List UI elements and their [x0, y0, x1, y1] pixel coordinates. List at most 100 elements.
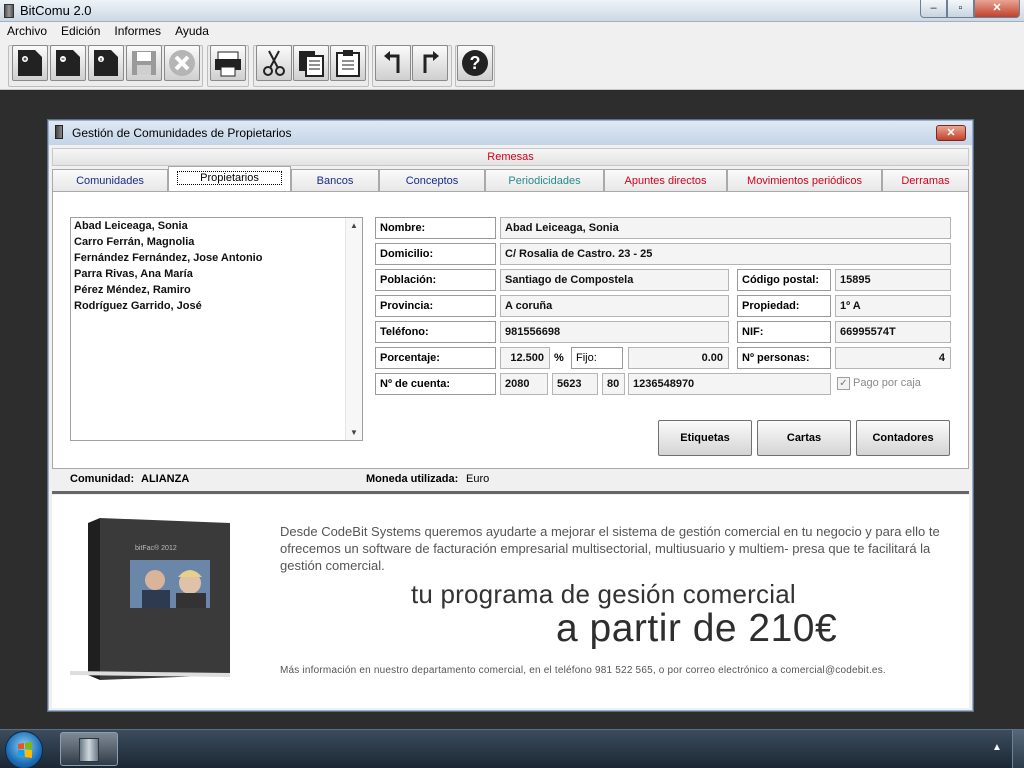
- porcentaje-label: Porcentaje:: [375, 347, 496, 369]
- moneda-value: Euro: [466, 473, 490, 485]
- show-desktop-button[interactable]: [1012, 730, 1024, 768]
- propiedad-field[interactable]: 1º A: [835, 295, 951, 317]
- list-item[interactable]: Fernández Fernández, Jose Antonio: [71, 250, 362, 266]
- tab-comunidades[interactable]: Comunidades: [52, 169, 168, 191]
- owner-list[interactable]: Abad Leiceaga, Sonia Carro Ferrán, Magno…: [70, 217, 363, 441]
- advertisement-banner[interactable]: bitFac® 2012 Desde CodeBit Systems quere…: [52, 495, 969, 708]
- list-item[interactable]: Carro Ferrán, Magnolia: [71, 234, 362, 250]
- etiquetas-button[interactable]: Etiquetas: [658, 420, 752, 456]
- comunidad-value: ALIANZA: [141, 473, 190, 485]
- scroll-up-icon[interactable]: ▲: [350, 221, 358, 230]
- doc-info-icon[interactable]: [88, 45, 124, 81]
- ad-price: a partir de 210€: [556, 607, 838, 650]
- cartas-button[interactable]: Cartas: [757, 420, 851, 456]
- tab-periodicidades[interactable]: Periodicidades: [485, 169, 604, 191]
- taskbar: ▲: [0, 729, 1024, 768]
- moneda-label: Moneda utilizada:: [366, 473, 459, 485]
- tab-derramas[interactable]: Derramas: [882, 169, 969, 191]
- menu-archivo[interactable]: Archivo: [0, 22, 54, 42]
- list-scrollbar[interactable]: ▲ ▼: [345, 218, 362, 440]
- cuenta-dc-field[interactable]: 80: [602, 373, 625, 395]
- app-icon: [4, 4, 14, 18]
- product-box-label: bitFac® 2012: [135, 544, 177, 552]
- propiedad-label: Propiedad:: [737, 295, 831, 317]
- provincia-label: Provincia:: [375, 295, 496, 317]
- tab-propietarios-label: Propietarios: [177, 171, 282, 185]
- child-window: Gestión de Comunidades de Propietarios ✕…: [48, 120, 973, 711]
- close-button[interactable]: ✕: [974, 0, 1020, 18]
- personas-field[interactable]: 4: [835, 347, 951, 369]
- codigo-postal-field[interactable]: 15895: [835, 269, 951, 291]
- poblacion-label: Población:: [375, 269, 496, 291]
- list-item[interactable]: Rodríguez Garrido, José: [71, 298, 362, 314]
- toolbar: ?: [0, 42, 1024, 90]
- list-item[interactable]: Parra Rivas, Ana María: [71, 266, 362, 282]
- fijo-field[interactable]: 0.00: [628, 347, 729, 369]
- tab-conceptos[interactable]: Conceptos: [379, 169, 485, 191]
- window-controls: – ▫ ✕: [920, 0, 1020, 18]
- copy-icon[interactable]: [293, 45, 329, 81]
- status-bar: Comunidad: ALIANZA Moneda utilizada: Eur…: [52, 471, 969, 491]
- tab-bancos[interactable]: Bancos: [291, 169, 379, 191]
- tab-strip: Comunidades Propietarios Bancos Concepto…: [52, 166, 969, 191]
- new-doc-minus-icon[interactable]: [50, 45, 86, 81]
- comunidad-label: Comunidad:: [70, 473, 135, 485]
- paste-icon[interactable]: [330, 45, 366, 81]
- fijo-label: Fijo:: [571, 347, 623, 369]
- show-hidden-icons-arrow[interactable]: ▲: [992, 742, 1002, 753]
- redo-icon[interactable]: [412, 45, 448, 81]
- contadores-button[interactable]: Contadores: [856, 420, 950, 456]
- product-box-image: bitFac® 2012: [69, 515, 231, 680]
- minimize-button[interactable]: –: [920, 0, 947, 18]
- cut-icon[interactable]: [256, 45, 292, 81]
- personas-label: Nº personas:: [737, 347, 831, 369]
- codigo-postal-label: Código postal:: [737, 269, 831, 291]
- start-button[interactable]: [5, 731, 43, 768]
- ad-slogan: tu programa de gesión comercial: [411, 579, 796, 609]
- nombre-field[interactable]: Abad Leiceaga, Sonia: [500, 217, 951, 239]
- svg-text:?: ?: [470, 53, 481, 73]
- remesas-bar[interactable]: Remesas: [52, 148, 969, 166]
- ad-contact-info: Más información en nuestro departamento …: [280, 665, 886, 676]
- propietarios-panel: Abad Leiceaga, Sonia Carro Ferrán, Magno…: [52, 191, 969, 469]
- cuenta-numero-field[interactable]: 1236548970: [628, 373, 831, 395]
- new-doc-plus-icon[interactable]: [12, 45, 48, 81]
- list-item[interactable]: Pérez Méndez, Ramiro: [71, 282, 362, 298]
- tab-apuntes-directos[interactable]: Apuntes directos: [604, 169, 727, 191]
- help-icon[interactable]: ?: [457, 45, 493, 81]
- nombre-label: Nombre:: [375, 217, 496, 239]
- windows-logo-icon: [18, 742, 32, 758]
- undo-icon[interactable]: [375, 45, 411, 81]
- pago-caja-label: Pago por caja: [853, 377, 921, 389]
- list-item[interactable]: Abad Leiceaga, Sonia: [71, 218, 362, 234]
- child-close-button[interactable]: ✕: [936, 125, 966, 141]
- nif-field[interactable]: 66995574T: [835, 321, 951, 343]
- maximize-button[interactable]: ▫: [947, 0, 974, 18]
- tab-propietarios[interactable]: Propietarios: [168, 166, 291, 191]
- tab-movimientos-periodicos[interactable]: Movimientos periódicos: [727, 169, 882, 191]
- menubar: Archivo Edición Informes Ayuda: [0, 22, 1024, 42]
- telefono-label: Teléfono:: [375, 321, 496, 343]
- provincia-field[interactable]: A coruña: [500, 295, 729, 317]
- nif-label: NIF:: [737, 321, 831, 343]
- porcentaje-field[interactable]: 12.500: [500, 347, 550, 369]
- cuenta-oficina-field[interactable]: 5623: [552, 373, 598, 395]
- app-titlebar: BitComu 2.0 – ▫ ✕: [0, 0, 1024, 22]
- menu-edicion[interactable]: Edición: [54, 22, 107, 42]
- cuenta-entidad-field[interactable]: 2080: [500, 373, 548, 395]
- pago-caja-checkbox[interactable]: ✓: [837, 377, 850, 390]
- app-title: BitComu 2.0: [20, 3, 92, 18]
- cancel-icon[interactable]: [164, 45, 200, 81]
- print-icon[interactable]: [210, 45, 246, 81]
- domicilio-label: Domicilio:: [375, 243, 496, 265]
- telefono-field[interactable]: 981556698: [500, 321, 729, 343]
- save-icon[interactable]: [126, 45, 162, 81]
- child-titlebar: Gestión de Comunidades de Propietarios ✕: [49, 121, 972, 145]
- poblacion-field[interactable]: Santiago de Compostela: [500, 269, 729, 291]
- menu-ayuda[interactable]: Ayuda: [168, 22, 216, 42]
- menu-informes[interactable]: Informes: [107, 22, 168, 42]
- taskbar-app-bitcomu[interactable]: [60, 732, 118, 766]
- domicilio-field[interactable]: C/ Rosalia de Castro. 23 - 25: [500, 243, 951, 265]
- percent-sign: %: [554, 352, 564, 364]
- scroll-down-icon[interactable]: ▼: [350, 428, 358, 437]
